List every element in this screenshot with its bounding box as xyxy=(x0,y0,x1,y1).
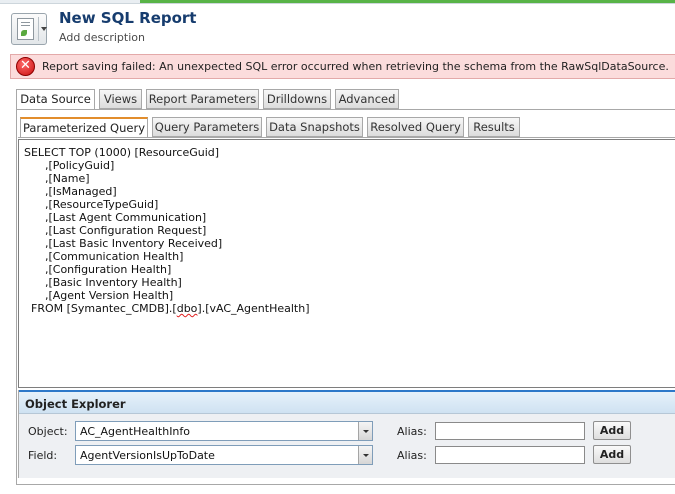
sql-line: ,[IsManaged] xyxy=(24,185,117,198)
error-banner: ✕ Report saving failed: An unexpected SQ… xyxy=(10,54,675,79)
chevron-down-icon xyxy=(41,27,47,31)
tab-advanced[interactable]: Advanced xyxy=(335,89,399,109)
sql-line: ,[Last Configuration Request] xyxy=(24,224,207,237)
report-header: New SQL Report Add description xyxy=(0,4,675,49)
field-select[interactable]: AgentVersionIsUpToDate xyxy=(75,445,373,465)
panel-bottom-border xyxy=(16,484,675,485)
sql-line: ,[Configuration Health] xyxy=(24,263,172,276)
add-field-button[interactable]: Add xyxy=(593,445,631,464)
sql-line: ,[ResourceTypeGuid] xyxy=(24,198,159,211)
sql-line: ,[Communication Health] xyxy=(24,250,184,263)
object-label: Object: xyxy=(28,425,68,438)
tab-parameterized-query[interactable]: Parameterized Query xyxy=(20,117,148,138)
sql-line: ,[Agent Version Health] xyxy=(24,289,174,302)
error-message: Report saving failed: An unexpected SQL … xyxy=(42,60,669,73)
sql-line: ,[PolicyGuid] xyxy=(24,159,115,172)
dropdown-arrow[interactable] xyxy=(358,422,372,440)
sql-line: ,[Last Agent Communication] xyxy=(24,211,207,224)
object-select-value: AC_AgentHealthInfo xyxy=(80,425,191,438)
add-description-link[interactable]: Add description xyxy=(59,31,145,44)
tab-query-parameters[interactable]: Query Parameters xyxy=(152,117,262,137)
error-x-icon: ✕ xyxy=(16,57,35,76)
object-explorer-title: Object Explorer xyxy=(25,397,126,411)
tab-report-parameters[interactable]: Report Parameters xyxy=(146,89,259,109)
sub-tab-divider xyxy=(18,137,675,138)
chevron-down-icon xyxy=(363,430,369,433)
tab-results[interactable]: Results xyxy=(468,117,520,137)
sql-from-line: FROM [Symantec_CMDB].[dbo].[vAC_AgentHea… xyxy=(24,302,310,315)
object-alias-label: Alias: xyxy=(397,425,427,438)
tab-drilldowns[interactable]: Drilldowns xyxy=(263,89,331,109)
sql-line: ,[Last Basic Inventory Received] xyxy=(24,237,223,250)
object-explorer-header: Object Explorer xyxy=(19,390,675,414)
field-select-value: AgentVersionIsUpToDate xyxy=(80,449,215,462)
chevron-down-icon xyxy=(363,454,369,457)
add-object-button[interactable]: Add xyxy=(593,421,631,440)
sql-line: ,[Basic Inventory Health] xyxy=(24,276,182,289)
tab-data-source[interactable]: Data Source xyxy=(16,89,95,110)
top-accent-bar xyxy=(140,0,675,3)
page-title: New SQL Report xyxy=(59,9,197,27)
object-alias-input[interactable] xyxy=(435,422,585,440)
object-select[interactable]: AC_AgentHealthInfo xyxy=(75,421,373,441)
tab-views[interactable]: Views xyxy=(99,89,142,109)
document-icon xyxy=(17,18,34,40)
tab-resolved-query[interactable]: Resolved Query xyxy=(367,117,464,137)
sql-line: ,[Name] xyxy=(24,172,90,185)
object-explorer: Object Explorer Object: AC_AgentHealthIn… xyxy=(18,390,675,478)
sql-from-suffix: ].[vAC_AgentHealth] xyxy=(197,302,310,315)
sql-line: SELECT TOP (1000) [ResourceGuid] xyxy=(24,146,220,159)
sql-query-editor[interactable]: SELECT TOP (1000) [ResourceGuid] ,[Polic… xyxy=(18,139,675,388)
sql-schema-misspelled: dbo xyxy=(176,302,198,315)
leaf-icon xyxy=(21,30,27,36)
sql-from-prefix: FROM [Symantec_CMDB].[ xyxy=(24,302,177,315)
dropdown-arrow[interactable] xyxy=(358,446,372,464)
field-alias-label: Alias: xyxy=(397,449,427,462)
tab-data-snapshots[interactable]: Data Snapshots xyxy=(266,117,363,137)
field-alias-input[interactable] xyxy=(435,446,585,464)
field-label: Field: xyxy=(28,449,58,462)
report-doc-icon[interactable] xyxy=(11,13,47,45)
